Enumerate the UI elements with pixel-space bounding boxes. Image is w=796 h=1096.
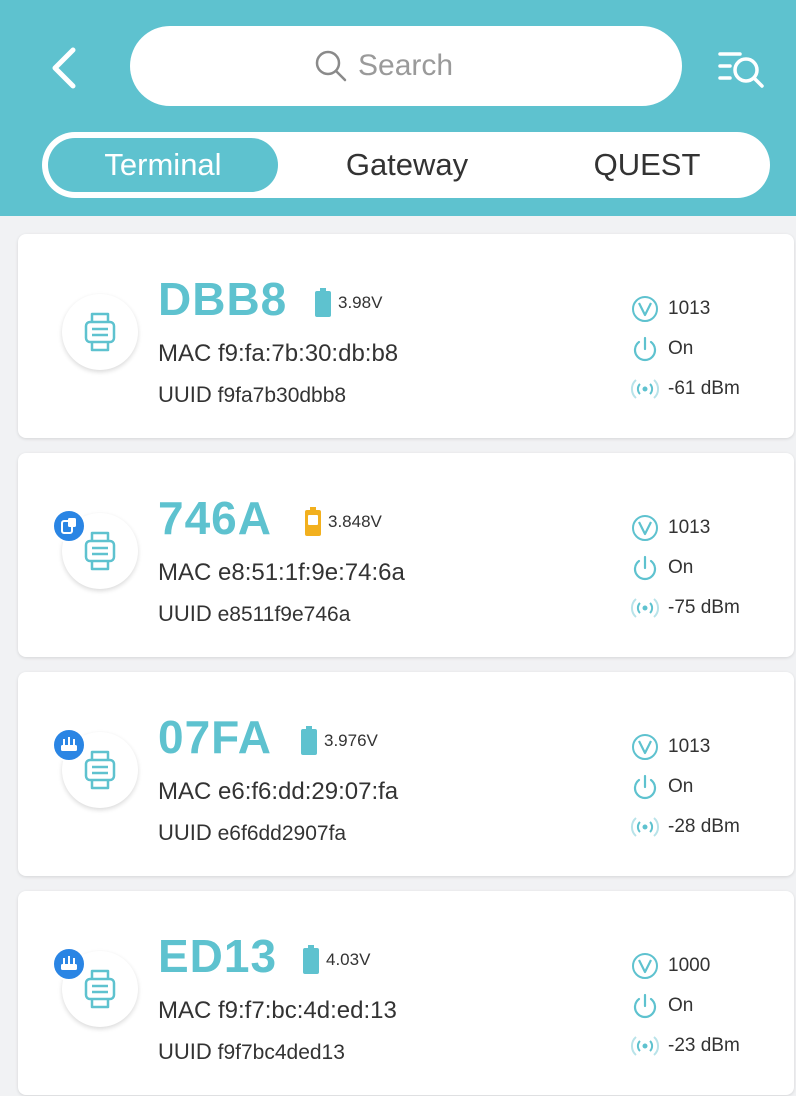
- uuid-row: UUID e6f6dd2907fa: [158, 820, 346, 846]
- version-value: 1013: [668, 517, 711, 538]
- uuid-value: f9f7bc4ded13: [217, 1041, 345, 1064]
- version-icon: [630, 732, 660, 762]
- list-search-icon: [718, 52, 764, 88]
- version-icon: [630, 294, 660, 324]
- back-button[interactable]: [40, 44, 88, 92]
- uuid-row: UUID e8511f9e746a: [158, 601, 350, 627]
- rssi-value: -75 dBm: [668, 597, 740, 618]
- power-value: On: [668, 557, 694, 578]
- rssi-value: -23 dBm: [668, 1035, 740, 1056]
- battery-icon: [315, 288, 331, 317]
- battery-indicator: 3.976V: [300, 726, 378, 756]
- battery-voltage: 4.03V: [326, 950, 371, 969]
- device-badge-icon: [52, 509, 86, 543]
- signal-strength: -23 dBm: [630, 1031, 740, 1061]
- search-input[interactable]: [358, 49, 498, 83]
- battery-voltage: 3.98V: [338, 293, 383, 312]
- uuid-label: UUID: [158, 382, 212, 407]
- version-icon: [630, 951, 660, 981]
- device-card[interactable]: 07FA 3.976V MAC e6:f6:dd:29:07:fa UUID e6f6…: [18, 672, 794, 876]
- uuid-row: UUID f9fa7b30dbb8: [158, 382, 346, 408]
- wearable-tag-icon: [84, 312, 116, 352]
- app-header: Terminal Gateway QUEST: [0, 0, 796, 216]
- firmware-version: 1000: [630, 951, 710, 981]
- device-card[interactable]: 746A 3.848V MAC e8:51:1f:9e:74:6a UUID e851…: [18, 453, 794, 657]
- power-icon: [630, 772, 660, 802]
- battery-icon: [305, 507, 321, 536]
- firmware-version: 1013: [630, 513, 710, 543]
- power-value: On: [668, 995, 694, 1016]
- mac-address: MAC e8:51:1f:9e:74:6a: [158, 559, 405, 586]
- battery-indicator: 3.98V: [314, 288, 382, 318]
- signal-icon: [630, 374, 660, 404]
- device-card[interactable]: DBB8 3.98V MAC f9:fa:7b:30:db:b8 UUID f9fa7…: [18, 234, 794, 438]
- wearable-tag-icon: [84, 531, 116, 571]
- version-value: 1013: [668, 736, 711, 757]
- power-status: On: [630, 553, 693, 583]
- gateway-badge-icon: [52, 947, 86, 981]
- uuid-label: UUID: [158, 820, 212, 845]
- search-bar[interactable]: [130, 26, 682, 106]
- wearable-tag-icon: [84, 969, 116, 1009]
- version-value: 1000: [668, 955, 711, 976]
- power-value: On: [668, 338, 694, 359]
- mac-address: MAC f9:f7:bc:4d:ed:13: [158, 997, 397, 1024]
- chevron-left-icon: [52, 47, 76, 89]
- uuid-value: e8511f9e746a: [217, 603, 351, 626]
- firmware-version: 1013: [630, 294, 710, 324]
- device-name: ED13: [158, 930, 278, 982]
- filter-button[interactable]: [712, 44, 772, 94]
- power-status: On: [630, 334, 693, 364]
- battery-voltage: 3.976V: [324, 731, 378, 750]
- battery-icon: [303, 945, 319, 974]
- device-card[interactable]: ED13 4.03V MAC f9:f7:bc:4d:ed:13 UUID f9f7b…: [18, 891, 794, 1095]
- uuid-row: UUID f9f7bc4ded13: [158, 1039, 345, 1065]
- battery-indicator: 4.03V: [302, 945, 370, 975]
- battery-indicator: 3.848V: [304, 507, 382, 537]
- signal-strength: -28 dBm: [630, 812, 740, 842]
- power-status: On: [630, 991, 693, 1021]
- power-status: On: [630, 772, 693, 802]
- firmware-version: 1013: [630, 732, 710, 762]
- rssi-value: -28 dBm: [668, 816, 740, 837]
- power-icon: [630, 991, 660, 1021]
- version-value: 1013: [668, 298, 711, 319]
- mac-address: MAC f9:fa:7b:30:db:b8: [158, 340, 399, 367]
- power-value: On: [668, 776, 694, 797]
- tab-terminal[interactable]: Terminal: [48, 138, 278, 192]
- signal-strength: -75 dBm: [630, 593, 740, 623]
- device-name: DBB8: [158, 273, 288, 325]
- battery-voltage: 3.848V: [328, 512, 382, 531]
- device-avatar: [62, 294, 138, 370]
- device-name: 746A: [158, 492, 272, 544]
- search-icon: [314, 49, 348, 83]
- signal-icon: [630, 812, 660, 842]
- device-name: 07FA: [158, 711, 272, 763]
- mac-address: MAC e6:f6:dd:29:07:fa: [158, 778, 399, 805]
- device-type-tabs: Terminal Gateway QUEST: [42, 132, 770, 198]
- tab-quest[interactable]: QUEST: [562, 138, 732, 192]
- uuid-value: e6f6dd2907fa: [217, 822, 347, 845]
- rssi-value: -61 dBm: [668, 378, 740, 399]
- gateway-badge-icon: [52, 728, 86, 762]
- tab-gateway[interactable]: Gateway: [322, 138, 492, 192]
- signal-strength: -61 dBm: [630, 374, 740, 404]
- uuid-label: UUID: [158, 601, 212, 626]
- signal-icon: [630, 1031, 660, 1061]
- power-icon: [630, 334, 660, 364]
- power-icon: [630, 553, 660, 583]
- battery-icon: [301, 726, 317, 755]
- version-icon: [630, 513, 660, 543]
- uuid-label: UUID: [158, 1039, 212, 1064]
- uuid-value: f9fa7b30dbb8: [217, 384, 347, 407]
- wearable-tag-icon: [84, 750, 116, 790]
- signal-icon: [630, 593, 660, 623]
